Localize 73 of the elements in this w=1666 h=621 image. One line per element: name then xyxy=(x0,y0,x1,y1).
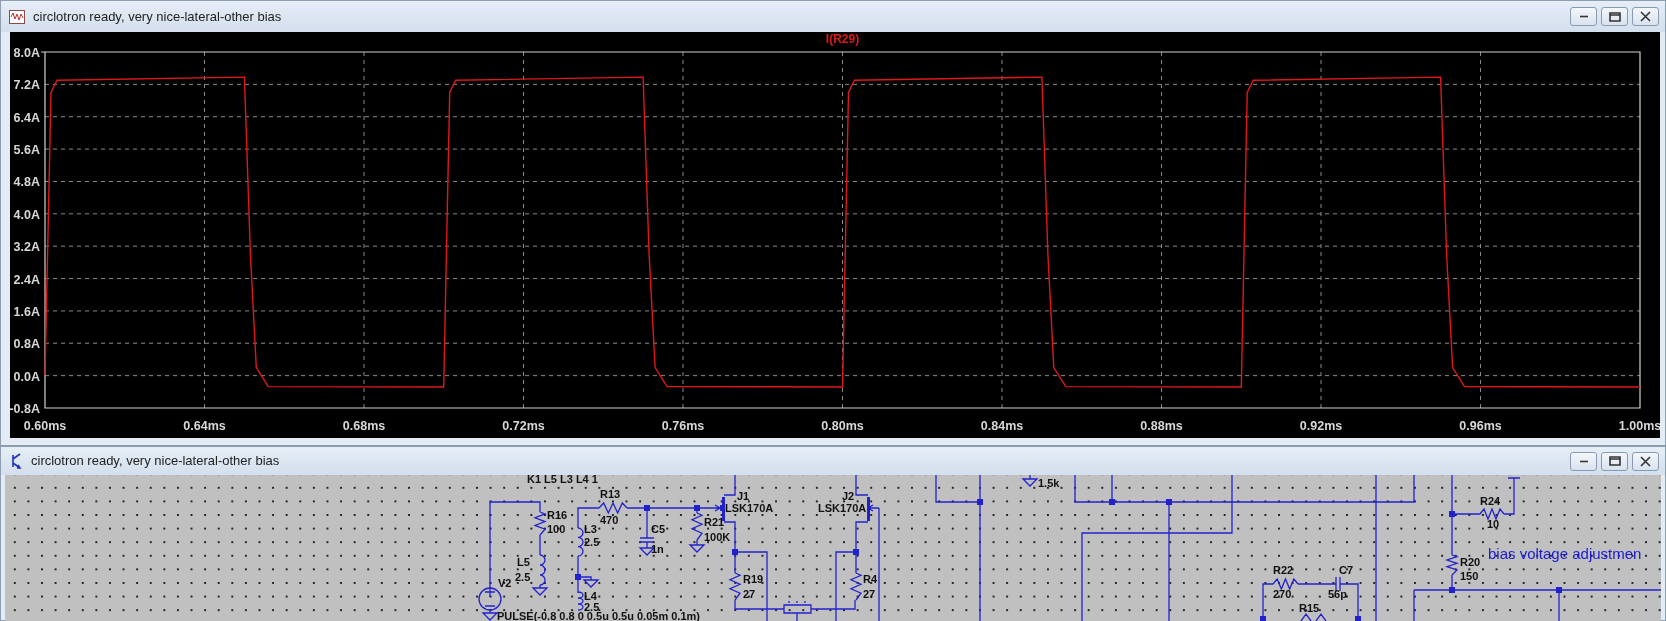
component-label: LSK170A xyxy=(818,502,867,514)
x-tick-label: 0.92ms xyxy=(1299,419,1343,433)
y-tick-label: 4.0A xyxy=(13,207,40,222)
transistor-icon xyxy=(9,453,23,469)
y-tick-label: 5.6A xyxy=(13,143,40,158)
y-tick-label: 0.8A xyxy=(13,337,40,352)
y-tick-label: 1.6A xyxy=(13,304,40,319)
x-tick-label: 1.00ms xyxy=(1618,419,1660,433)
component-label: R21 xyxy=(704,516,725,528)
component-label: 2.5 xyxy=(584,601,600,613)
component-label: 27 xyxy=(743,588,756,600)
x-tick-label: 0.64ms xyxy=(183,419,226,433)
trace-name: I(R29) xyxy=(825,32,860,46)
close-button[interactable] xyxy=(1632,7,1659,26)
component-label: L3 xyxy=(584,523,597,535)
y-tick-label: 6.4A xyxy=(13,110,40,125)
component-label: R20 xyxy=(1460,556,1481,568)
x-tick-label: 0.76ms xyxy=(661,419,705,433)
x-tick-label: 0.84ms xyxy=(980,419,1024,433)
minimize-icon xyxy=(1578,15,1589,18)
component-label: 1n xyxy=(651,543,664,555)
restore-button[interactable] xyxy=(1601,7,1628,26)
component-label: 27 xyxy=(863,588,876,600)
component-label: R22 xyxy=(1273,564,1294,576)
component-label: 56p xyxy=(1328,588,1347,600)
component-label: R16 xyxy=(547,509,568,521)
component-label: 100K xyxy=(704,531,731,543)
x-tick-label: 0.68ms xyxy=(342,419,386,433)
component-label: L4 xyxy=(584,590,597,602)
waveform-icon xyxy=(9,9,25,24)
component-label: J2 xyxy=(842,490,855,502)
component-label: L5 xyxy=(517,556,530,568)
x-tick-label: 0.60ms xyxy=(23,419,67,433)
component-label: V2 xyxy=(498,577,512,589)
component-label: R19 xyxy=(743,573,764,585)
y-tick-label: 8.0A xyxy=(13,46,40,60)
component-label: R13 xyxy=(600,488,621,500)
component-label: 10 xyxy=(1487,518,1500,530)
x-tick-label: 0.88ms xyxy=(1140,419,1183,433)
y-tick-label: 7.2A xyxy=(13,78,40,93)
close-button[interactable] xyxy=(1632,451,1659,471)
minimize-icon xyxy=(1578,459,1589,463)
component-label: K1 L5 L3 L4 1 xyxy=(527,475,598,485)
component-label: R24 xyxy=(1480,495,1501,507)
component-label: R15 xyxy=(1299,602,1320,614)
component-label: R4 xyxy=(863,573,878,585)
y-tick-label: 3.2A xyxy=(13,240,40,255)
x-tick-label: 0.80ms xyxy=(821,419,864,433)
x-tick-label: 0.96ms xyxy=(1459,419,1502,433)
restore-icon xyxy=(1608,11,1621,22)
component-label: 470 xyxy=(600,514,619,526)
component-label: C7 xyxy=(1339,564,1354,576)
component-label: 150 xyxy=(1460,570,1479,582)
component-label: 100 xyxy=(547,523,566,535)
window-title: circlotron ready, very nice-lateral-other bias xyxy=(33,7,282,26)
y-tick-label: 2.4A xyxy=(13,272,40,287)
component-label: 2.5 xyxy=(515,571,531,583)
close-icon xyxy=(1640,455,1651,467)
y-tick-label: 4.8A xyxy=(13,175,40,190)
component-label: C5 xyxy=(651,523,666,535)
component-label: 270 xyxy=(1273,588,1292,600)
window-title: circlotron ready, very nice-lateral-other bias xyxy=(31,452,280,471)
x-tick-label: 0.72ms xyxy=(502,419,545,433)
component-label: J1 xyxy=(737,490,750,502)
y-tick-label: -0.8A xyxy=(10,402,40,416)
restore-button[interactable] xyxy=(1601,451,1628,471)
schematic-comment: bias voltage adjustmen xyxy=(1488,545,1642,562)
close-icon xyxy=(1640,11,1651,22)
component-label: 2.5 xyxy=(584,536,600,548)
component-label: 1.5k xyxy=(1038,477,1060,489)
component-label: LSK170A xyxy=(725,502,774,514)
restore-icon xyxy=(1608,456,1621,466)
y-tick-label: 0.0A xyxy=(13,369,40,384)
